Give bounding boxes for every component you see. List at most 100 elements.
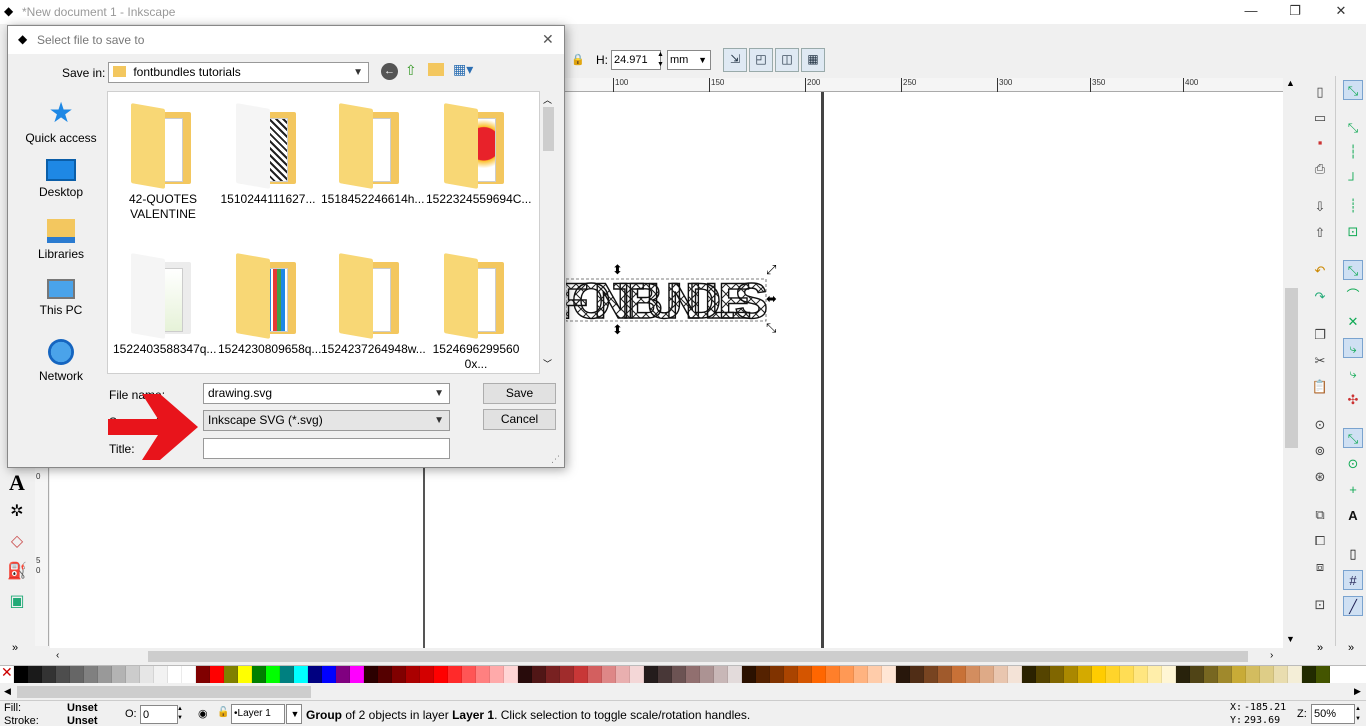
expand-commands-icon[interactable]: » [1317,642,1323,654]
color-swatch[interactable] [42,666,56,683]
paste-icon[interactable]: 📋 [1311,378,1329,396]
color-swatch[interactable] [210,666,224,683]
scroll-left-icon[interactable]: ‹ [56,650,59,661]
new-folder-icon[interactable] [428,63,444,76]
color-swatch[interactable] [1162,666,1176,683]
snap-path-icon[interactable]: ⌒ [1343,286,1363,306]
scroll-right-icon[interactable]: › [1270,650,1273,661]
color-swatch[interactable] [392,666,406,683]
place-network[interactable]: Network [15,339,107,383]
color-swatch[interactable] [854,666,868,683]
file-item[interactable]: 1524237264948w... [321,253,426,357]
scale-handle-top[interactable]: ⬍ [612,262,623,278]
layer-dropdown-button[interactable]: ▼ [286,704,302,724]
print-icon[interactable]: ⎙ [1311,160,1329,178]
color-swatch[interactable] [252,666,266,683]
layer-lock-icon[interactable]: 🔓 [217,707,229,718]
file-item[interactable]: 1522403588347q... [113,253,216,357]
color-swatch[interactable] [280,666,294,683]
file-item[interactable]: 1522324559694C... [426,103,531,207]
color-swatch[interactable] [1316,666,1330,683]
snap-object-center-icon[interactable]: ⊙ [1343,454,1363,474]
color-swatch[interactable] [1036,666,1050,683]
snap-text-baseline-icon[interactable]: A [1343,506,1363,526]
color-swatch[interactable] [546,666,560,683]
unit-select[interactable]: mm ▼ [667,50,711,70]
back-arrow-icon[interactable]: ← [381,63,398,80]
color-swatch[interactable] [1148,666,1162,683]
color-swatch[interactable] [168,666,182,683]
color-swatch[interactable] [910,666,924,683]
color-swatch[interactable] [966,666,980,683]
color-swatch[interactable] [1120,666,1134,683]
color-swatch[interactable] [1218,666,1232,683]
stroke-value[interactable]: Unset [67,715,98,726]
snap-nodes-icon[interactable]: ⤡ [1343,260,1363,280]
color-swatch[interactable] [448,666,462,683]
color-swatch[interactable] [1064,666,1078,683]
title-input[interactable] [203,438,450,459]
color-swatch[interactable] [224,666,238,683]
file-item[interactable]: 42-QUOTES VALENTINE [113,103,213,222]
color-swatch[interactable] [364,666,378,683]
color-swatch[interactable] [70,666,84,683]
zoom-stepper[interactable]: ▲ ▼ [1355,704,1364,724]
color-swatch[interactable] [420,666,434,683]
color-swatch[interactable] [1302,666,1316,683]
snap-others-icon[interactable]: ⤡ [1343,428,1363,448]
color-swatch[interactable] [588,666,602,683]
resize-grip-icon[interactable]: ⋰ [551,454,560,465]
place-libraries[interactable]: Libraries [15,219,107,261]
color-swatch[interactable] [1176,666,1190,683]
color-swatch[interactable] [294,666,308,683]
color-swatch[interactable] [378,666,392,683]
snap-enable-icon[interactable]: ⤡ [1343,80,1363,100]
selected-text-group[interactable]: FONTBUNDLES [566,274,774,324]
color-swatch[interactable] [896,666,910,683]
color-swatch[interactable] [1260,666,1274,683]
color-swatch[interactable] [1106,666,1120,683]
scroll-down-icon[interactable]: ﹀ [543,357,552,370]
redo-icon[interactable]: ↷ [1311,288,1329,306]
color-swatch[interactable] [1232,666,1246,683]
cancel-button[interactable]: Cancel [483,409,556,430]
file-item[interactable]: 1524696299560 0x... [426,253,526,372]
color-swatch[interactable] [658,666,672,683]
color-swatch[interactable] [308,666,322,683]
color-swatch[interactable] [560,666,574,683]
savetype-select[interactable]: Inkscape SVG (*.svg) ▼ [203,410,450,431]
color-swatch[interactable] [826,666,840,683]
color-swatch[interactable] [434,666,448,683]
color-swatch[interactable] [742,666,756,683]
cut-icon[interactable]: ✂ [1311,352,1329,370]
place-desktop[interactable]: Desktop [15,159,107,199]
color-swatch[interactable] [672,666,686,683]
palette-scroll-right-icon[interactable]: ▶ [1354,686,1361,697]
zoom-drawing-icon[interactable]: ⊚ [1311,442,1329,460]
color-swatch[interactable] [406,666,420,683]
color-swatch[interactable] [630,666,644,683]
text-tool-icon[interactable]: A [5,471,29,495]
unlink-clone-icon[interactable]: ⧈ [1311,558,1329,576]
snap-smooth-nodes-icon[interactable]: ⤷ [1343,338,1363,358]
color-swatch[interactable] [14,666,28,683]
color-swatch[interactable] [336,666,350,683]
view-menu-icon[interactable]: ▦▾ [453,61,473,78]
color-swatch[interactable] [994,666,1008,683]
expand-snap-icon[interactable]: » [1348,642,1354,654]
color-swatch[interactable] [924,666,938,683]
vertical-scroll-thumb[interactable] [1285,288,1298,448]
color-swatch[interactable] [1134,666,1148,683]
color-swatch[interactable] [868,666,882,683]
file-item[interactable]: 1524230809658q... [218,253,321,357]
color-swatch[interactable] [532,666,546,683]
color-swatch[interactable] [182,666,196,683]
file-list-scroll-thumb[interactable] [543,107,554,151]
eraser-tool-icon[interactable]: ◇ [5,530,29,554]
move-gradients-toggle[interactable]: ◫ [775,48,799,72]
file-item[interactable]: 1518452246614h... [321,103,424,207]
color-swatch[interactable] [1190,666,1204,683]
color-swatch[interactable] [714,666,728,683]
fill-value[interactable]: Unset [67,702,98,714]
place-quick-access[interactable]: ★ Quick access [15,99,107,146]
